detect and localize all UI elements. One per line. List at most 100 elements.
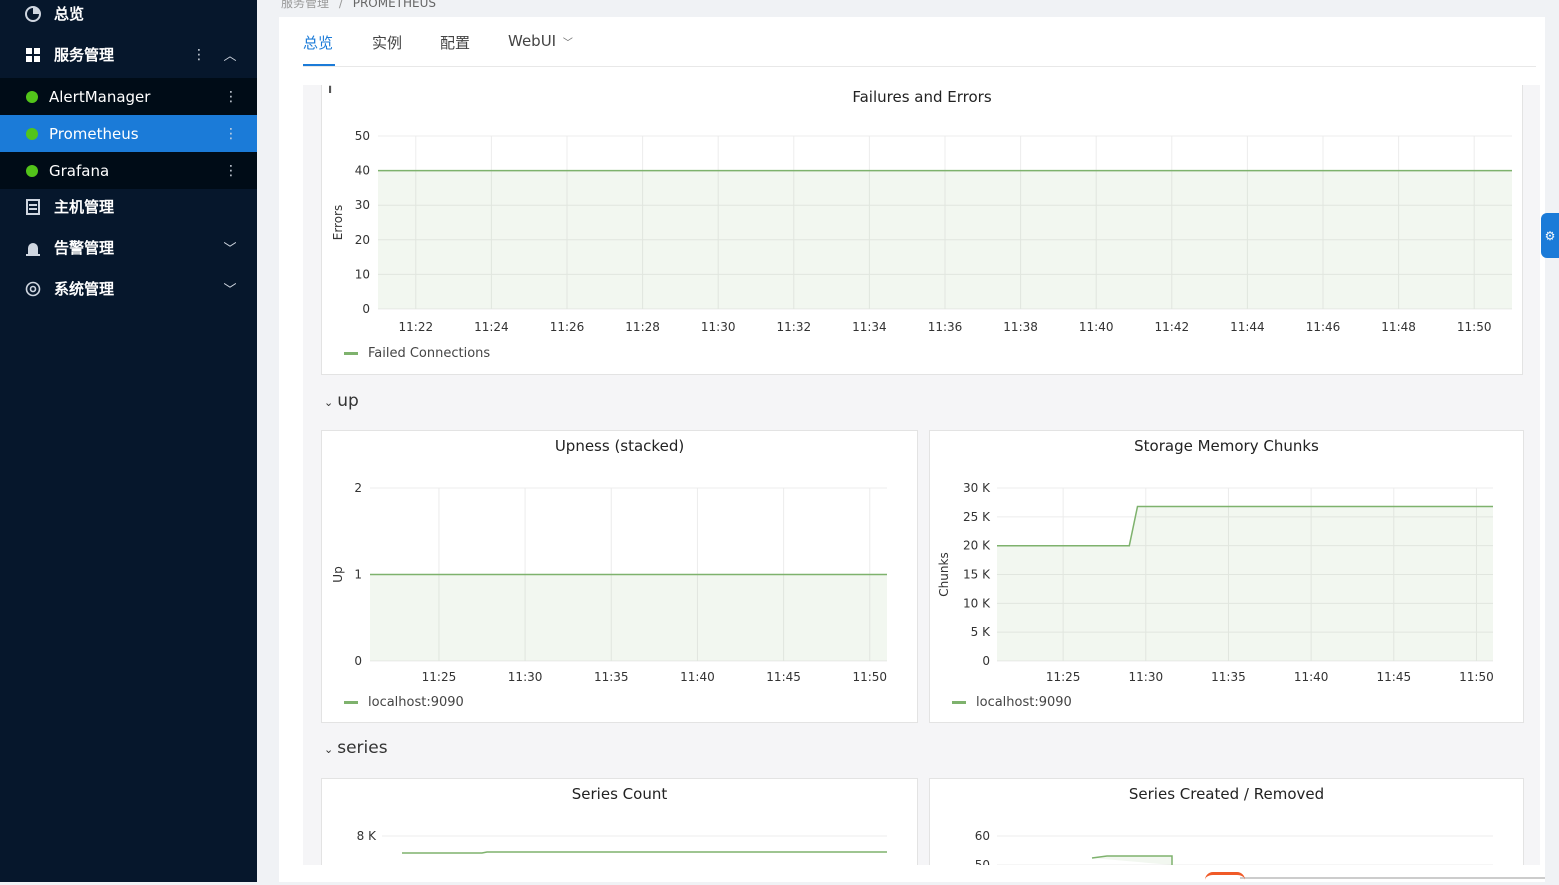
x-tick-label: 11:46: [1306, 320, 1341, 334]
sidebar-item-grafana[interactable]: Grafana ⋮: [0, 152, 257, 189]
y-tick-label: 0: [982, 654, 990, 668]
x-tick-label: 11:35: [1211, 670, 1246, 684]
active-tab-indicator: [303, 64, 335, 66]
row-header-up[interactable]: ⌄ up: [324, 391, 359, 411]
tab-bar: 总览 实例 配置 WebUI ﹀: [303, 24, 1536, 67]
more-icon[interactable]: ⋮: [224, 89, 238, 105]
decorative-mark: [1205, 872, 1245, 885]
y-tick-label: 25 K: [963, 510, 991, 524]
chevron-down-icon: ⌄: [324, 396, 334, 409]
y-tick-label: 0: [362, 302, 370, 316]
grafana-dashboard[interactable]: i Failures and Errors 0 10 20 30 40 50 11:22 11…: [303, 85, 1540, 865]
sidebar-item-alertmanager[interactable]: AlertManager ⋮: [0, 78, 257, 115]
sidebar-item-alarm-management[interactable]: 告警管理 ﹀: [0, 229, 257, 266]
settings-float-button[interactable]: ⚙: [1541, 213, 1559, 258]
x-tick-label: 11:48: [1381, 320, 1416, 334]
series-line: [1091, 855, 1173, 865]
series-area: [378, 170, 1512, 309]
sidebar-item-label: 主机管理: [54, 198, 115, 216]
y-axis-label: Errors: [331, 205, 345, 241]
sidebar-item-label: AlertManager: [49, 87, 151, 106]
x-tick-label: 11:40: [1079, 320, 1114, 334]
chart-legend[interactable]: localhost:9090: [952, 695, 1072, 710]
chart-upness: 0 1 2 11:25 11:30 11:35 11:40 11:45 11:50 Up: [331, 481, 887, 684]
breadcrumb-parent[interactable]: 服务管理: [281, 0, 329, 10]
chevron-down-icon: ﹀: [562, 38, 573, 49]
chart-legend[interactable]: localhost:9090: [344, 695, 464, 710]
legend-label: localhost:9090: [976, 695, 1072, 710]
sidebar-item-label: 系统管理: [54, 280, 115, 298]
y-axis-label: Up: [331, 566, 345, 582]
panel-series-count[interactable]: Series Count 8 K: [321, 778, 918, 865]
y-tick-label: 50: [355, 129, 370, 143]
more-icon[interactable]: ⋮: [192, 47, 206, 63]
legend-swatch: [952, 701, 966, 704]
grid-icon: [24, 46, 42, 64]
x-tick-label: 11:26: [550, 320, 585, 334]
tab-overview[interactable]: 总览: [303, 32, 333, 53]
chevron-up-icon[interactable]: ︿: [222, 45, 238, 64]
sidebar-item-label: Prometheus: [49, 124, 139, 143]
chart-legend[interactable]: Failed Connections: [344, 346, 490, 361]
series-line: [402, 851, 887, 854]
series-area: [997, 506, 1493, 661]
panel-failures-errors[interactable]: i Failures and Errors 0 10 20 30 40 50 11:22 11…: [321, 85, 1523, 375]
sidebar-item-overview[interactable]: 总览: [0, 0, 257, 32]
sidebar-item-system-management[interactable]: 系统管理 ﹀: [0, 270, 257, 307]
bottom-input-edge: [1240, 877, 1545, 879]
y-tick-label: 1: [354, 568, 362, 582]
x-tick-label: 11:45: [1377, 670, 1412, 684]
row-title: up: [337, 391, 359, 411]
y-tick-label: 60: [975, 829, 990, 843]
breadcrumb-current: PROMETHEUS: [352, 0, 437, 10]
status-dot: [26, 90, 38, 103]
alarm-icon: [24, 239, 42, 257]
x-tick-label: 11:34: [852, 320, 887, 334]
chevron-down-icon[interactable]: ﹀: [222, 279, 238, 298]
server-icon: [24, 198, 42, 216]
x-tick-label: 11:25: [422, 670, 457, 684]
x-tick-label: 11:25: [1046, 670, 1081, 684]
row-title: series: [337, 738, 388, 758]
sidebar-item-label: 服务管理: [54, 46, 115, 64]
x-tick-label: 11:35: [594, 670, 629, 684]
breadcrumb: 服务管理 / PROMETHEUS: [281, 0, 436, 11]
tab-webui[interactable]: WebUI ﹀: [508, 32, 573, 50]
x-tick-label: 11:50: [1457, 320, 1492, 334]
x-tick-label: 11:30: [508, 670, 543, 684]
legend-swatch: [344, 352, 358, 355]
chart-series-count: 8 K: [357, 829, 887, 854]
x-tick-label: 11:50: [852, 670, 887, 684]
y-tick-label: 5 K: [971, 625, 991, 639]
y-tick-label: 0: [354, 654, 362, 668]
legend-label: Failed Connections: [368, 346, 491, 361]
x-tick-label: 11:30: [701, 320, 736, 334]
sidebar-item-host-management[interactable]: 主机管理: [0, 188, 257, 225]
x-tick-label: 11:22: [399, 320, 434, 334]
chart-series-created-removed: 50 60: [975, 829, 1493, 865]
chevron-down-icon: ⌄: [324, 743, 334, 756]
panel-series-created-removed[interactable]: Series Created / Removed 5060: [929, 778, 1524, 865]
y-tick-label: 20: [355, 233, 370, 247]
more-icon[interactable]: ⋮: [224, 126, 238, 142]
y-tick-label: 20 K: [963, 539, 991, 553]
more-icon[interactable]: ⋮: [224, 163, 238, 179]
y-tick-label: 15 K: [963, 568, 991, 582]
panel-storage-memory-chunks[interactable]: Storage Memory Chunks 05 K 10 K 15 K 20 K 25…: [929, 430, 1524, 723]
chevron-down-icon[interactable]: ﹀: [222, 238, 238, 257]
x-tick-label: 11:40: [1294, 670, 1329, 684]
tab-webui-label: WebUI: [508, 32, 557, 50]
row-header-series[interactable]: ⌄ series: [324, 738, 388, 758]
y-axis-label: Chunks: [937, 552, 951, 596]
sidebar-item-prometheus[interactable]: Prometheus ⋮: [0, 115, 257, 152]
legend-label: localhost:9090: [368, 695, 464, 710]
sidebar-item-label: 总览: [54, 5, 85, 23]
x-tick-label: 11:30: [1129, 670, 1164, 684]
tab-config[interactable]: 配置: [440, 32, 470, 53]
x-tick-label: 11:32: [777, 320, 812, 334]
tab-instances[interactable]: 实例: [372, 32, 402, 53]
sidebar-item-service-management[interactable]: 服务管理 ⋮ ︿: [0, 36, 257, 73]
panel-upness[interactable]: Upness (stacked) 0 1 2 11:25 11:30 11:35 11:40…: [321, 430, 918, 723]
y-tick-label: 10 K: [963, 596, 991, 610]
status-dot: [26, 164, 38, 177]
